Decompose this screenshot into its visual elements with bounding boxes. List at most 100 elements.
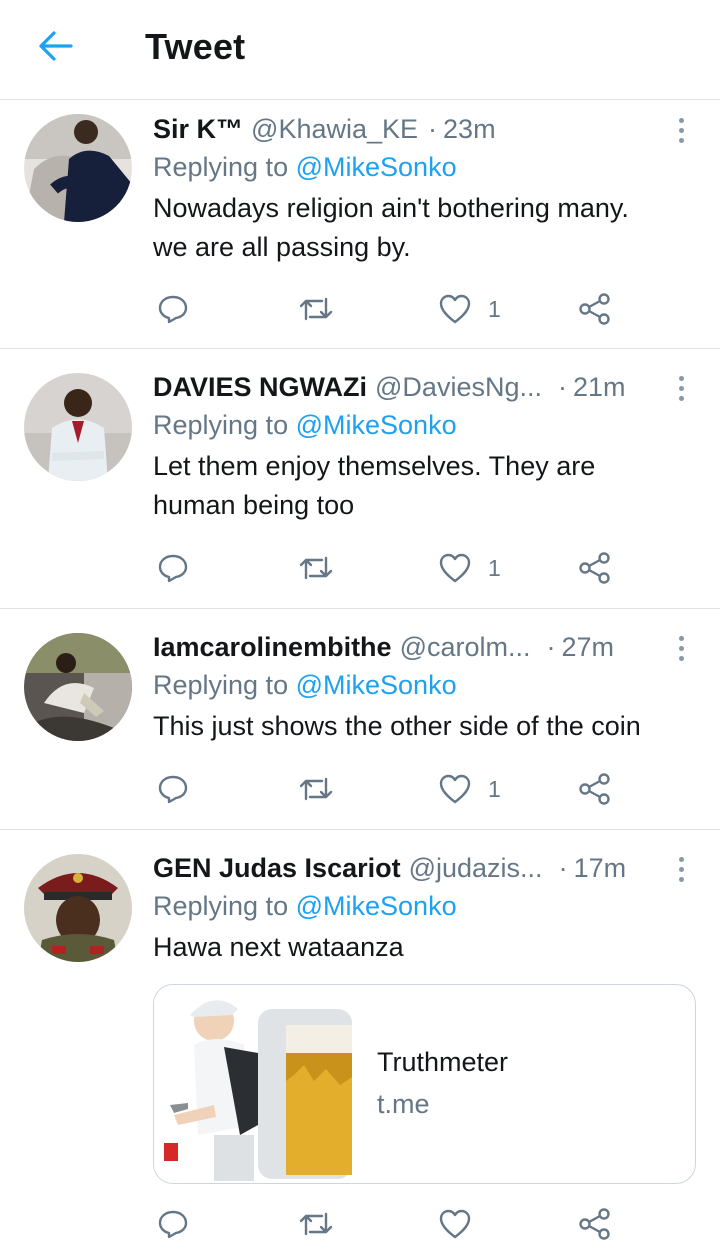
share-icon xyxy=(579,773,610,805)
retweet-button[interactable] xyxy=(298,769,334,809)
more-icon[interactable] xyxy=(666,373,696,403)
tweet-text-line: we are all passing by. xyxy=(153,232,411,262)
replying-to: Replying to @MikeSonko xyxy=(153,149,696,185)
tweet-text: Nowadays religion ain't bothering many. … xyxy=(153,189,696,267)
tweet-text: This just shows the other side of the co… xyxy=(153,707,696,746)
avatar[interactable] xyxy=(24,633,132,741)
author-handle[interactable]: @Khawia_KE xyxy=(251,114,418,145)
author-name[interactable]: Iamcarolinembithe xyxy=(153,632,392,663)
reply-mention[interactable]: @MikeSonko xyxy=(296,152,457,182)
arrow-left-icon xyxy=(39,31,73,61)
meta-separator: · xyxy=(557,371,567,402)
tweet-actions xyxy=(0,1204,720,1244)
like-icon xyxy=(439,1209,471,1239)
tweet-text-line: Hawa next wataanza xyxy=(153,932,404,962)
reply-prefix: Replying to xyxy=(153,670,289,700)
reply-prefix: Replying to xyxy=(153,891,289,921)
retweet-button[interactable] xyxy=(298,289,334,329)
reply-button[interactable] xyxy=(157,769,189,809)
like-icon xyxy=(439,774,471,804)
like-count: 1 xyxy=(488,295,501,322)
retweet-icon xyxy=(299,556,333,580)
share-icon xyxy=(579,293,610,325)
author-handle[interactable]: @judazis... xyxy=(409,853,543,884)
reply-icon xyxy=(158,775,188,804)
tweet-meta: DAVIES NGWAZi @DaviesNg... · 21m xyxy=(153,369,696,405)
author-name[interactable]: Sir K™ xyxy=(153,114,243,145)
retweet-icon xyxy=(299,777,333,801)
reply-prefix: Replying to xyxy=(153,410,289,440)
share-icon xyxy=(579,552,610,584)
tweet-actions: 1 xyxy=(0,769,720,809)
like-button[interactable]: 1 xyxy=(438,548,501,588)
tweet-item[interactable]: Iamcarolinembithe @carolm... · 27m Reply… xyxy=(0,609,720,830)
replying-to: Replying to @MikeSonko xyxy=(153,407,696,443)
reply-prefix: Replying to xyxy=(153,152,289,182)
share-icon xyxy=(579,1208,610,1240)
replying-to: Replying to @MikeSonko xyxy=(153,888,696,924)
reply-icon xyxy=(158,554,188,583)
tweet-item[interactable]: DAVIES NGWAZi @DaviesNg... · 21m Replyin… xyxy=(0,349,720,609)
author-handle[interactable]: @carolm... xyxy=(400,632,531,663)
tweet-time: 21m xyxy=(572,371,626,402)
app-header: Tweet xyxy=(0,0,720,100)
reply-icon xyxy=(158,295,188,324)
tweet-item[interactable]: GEN Judas Iscariot @judazis... · 17m Rep… xyxy=(0,830,720,1252)
back-button[interactable] xyxy=(30,24,82,68)
like-icon xyxy=(439,553,471,583)
link-card-title: Truthmeter xyxy=(377,1047,509,1077)
tweet-actions: 1 xyxy=(0,548,720,588)
like-button[interactable] xyxy=(438,1204,472,1244)
tweet-meta: Sir K™ @Khawia_KE · 23m xyxy=(153,111,696,147)
avatar[interactable] xyxy=(24,114,132,222)
tweet-text: Hawa next wataanza xyxy=(153,928,696,967)
more-icon[interactable] xyxy=(666,854,696,884)
share-button[interactable] xyxy=(578,769,612,809)
author-handle[interactable]: @DaviesNg... xyxy=(375,372,542,403)
retweet-button[interactable] xyxy=(298,1204,334,1244)
reply-mention[interactable]: @MikeSonko xyxy=(296,670,457,700)
like-count: 1 xyxy=(488,554,501,581)
author-name[interactable]: DAVIES NGWAZi xyxy=(153,372,367,403)
reply-mention[interactable]: @MikeSonko xyxy=(296,891,457,921)
more-icon[interactable] xyxy=(666,115,696,145)
link-card-domain: t.me xyxy=(377,1089,430,1119)
author-name[interactable]: GEN Judas Iscariot xyxy=(153,853,401,884)
tweet-text-line: Let them enjoy themselves. They are xyxy=(153,451,596,481)
tweet-text-line: Nowadays religion ain't bothering many. xyxy=(153,193,629,223)
tweet-time: 23m xyxy=(443,113,496,144)
reply-button[interactable] xyxy=(157,289,189,329)
meta-separator: · xyxy=(546,631,556,662)
page-title: Tweet xyxy=(145,26,246,67)
link-card-image xyxy=(154,985,352,1183)
meta-separator: · xyxy=(428,113,438,144)
reply-icon xyxy=(158,1210,188,1239)
tweet-meta: Iamcarolinembithe @carolm... · 27m xyxy=(153,629,696,665)
avatar[interactable] xyxy=(24,373,132,481)
reply-button[interactable] xyxy=(157,548,189,588)
share-button[interactable] xyxy=(578,548,612,588)
like-count: 1 xyxy=(488,775,501,802)
tweet-text: Let them enjoy themselves. They are huma… xyxy=(153,447,696,525)
reply-button[interactable] xyxy=(157,1204,189,1244)
more-icon[interactable] xyxy=(666,633,696,663)
tweet-actions: 1 xyxy=(0,289,720,329)
link-card[interactable]: Truthmeter t.me xyxy=(153,984,696,1184)
like-icon xyxy=(439,294,471,324)
like-button[interactable]: 1 xyxy=(438,769,501,809)
tweet-time: 27m xyxy=(561,631,615,662)
tweet-meta: GEN Judas Iscariot @judazis... · 17m xyxy=(153,850,696,886)
share-button[interactable] xyxy=(578,289,612,329)
tweet-text-line: human being too xyxy=(153,490,355,520)
like-button[interactable]: 1 xyxy=(438,289,501,329)
meta-separator: · xyxy=(558,852,568,883)
avatar[interactable] xyxy=(24,854,132,962)
tweet-time: 17m xyxy=(573,852,627,883)
tweet-text-line: This just shows the other side of the co… xyxy=(153,711,641,741)
reply-mention[interactable]: @MikeSonko xyxy=(296,410,457,440)
retweet-button[interactable] xyxy=(298,548,334,588)
share-button[interactable] xyxy=(578,1204,612,1244)
retweet-icon xyxy=(299,297,333,321)
replying-to: Replying to @MikeSonko xyxy=(153,667,696,703)
tweet-item[interactable]: Sir K™ @Khawia_KE · 23m Replying to @Mik… xyxy=(0,101,720,349)
